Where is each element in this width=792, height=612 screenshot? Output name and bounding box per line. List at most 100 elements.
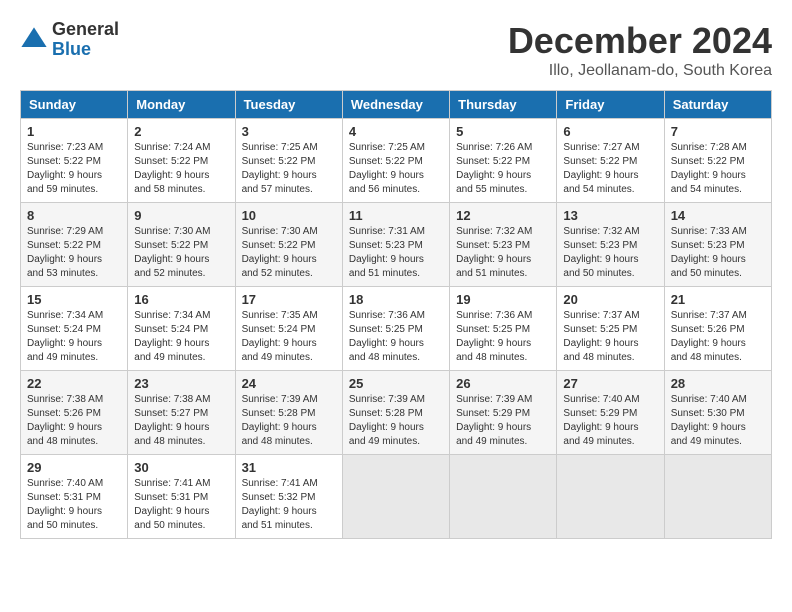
- calendar-day-cell: 31 Sunrise: 7:41 AM Sunset: 5:32 PM Dayl…: [235, 455, 342, 539]
- calendar-day-cell: 27 Sunrise: 7:40 AM Sunset: 5:29 PM Dayl…: [557, 371, 664, 455]
- day-info: Sunrise: 7:39 AM Sunset: 5:28 PM Dayligh…: [349, 394, 425, 447]
- calendar-day-cell: 9 Sunrise: 7:30 AM Sunset: 5:22 PM Dayli…: [128, 203, 235, 287]
- day-number: 10: [242, 208, 336, 223]
- weekday-header: Monday: [128, 91, 235, 119]
- day-info: Sunrise: 7:23 AM Sunset: 5:22 PM Dayligh…: [27, 142, 103, 195]
- calendar-day-cell: 23 Sunrise: 7:38 AM Sunset: 5:27 PM Dayl…: [128, 371, 235, 455]
- calendar-day-cell: 2 Sunrise: 7:24 AM Sunset: 5:22 PM Dayli…: [128, 119, 235, 203]
- day-info: Sunrise: 7:37 AM Sunset: 5:26 PM Dayligh…: [671, 310, 747, 363]
- weekday-header: Sunday: [21, 91, 128, 119]
- day-info: Sunrise: 7:29 AM Sunset: 5:22 PM Dayligh…: [27, 226, 103, 279]
- calendar-day-cell: 17 Sunrise: 7:35 AM Sunset: 5:24 PM Dayl…: [235, 287, 342, 371]
- calendar-day-cell: 3 Sunrise: 7:25 AM Sunset: 5:22 PM Dayli…: [235, 119, 342, 203]
- day-number: 20: [563, 292, 657, 307]
- calendar-day-cell: 29 Sunrise: 7:40 AM Sunset: 5:31 PM Dayl…: [21, 455, 128, 539]
- day-number: 4: [349, 124, 443, 139]
- day-info: Sunrise: 7:24 AM Sunset: 5:22 PM Dayligh…: [134, 142, 210, 195]
- calendar-day-cell: 26 Sunrise: 7:39 AM Sunset: 5:29 PM Dayl…: [450, 371, 557, 455]
- logo-icon: [20, 26, 48, 54]
- day-number: 12: [456, 208, 550, 223]
- weekday-header: Thursday: [450, 91, 557, 119]
- calendar-day-cell: 16 Sunrise: 7:34 AM Sunset: 5:24 PM Dayl…: [128, 287, 235, 371]
- day-number: 26: [456, 376, 550, 391]
- day-info: Sunrise: 7:37 AM Sunset: 5:25 PM Dayligh…: [563, 310, 639, 363]
- day-number: 8: [27, 208, 121, 223]
- weekday-header: Saturday: [664, 91, 771, 119]
- day-number: 30: [134, 460, 228, 475]
- day-info: Sunrise: 7:30 AM Sunset: 5:22 PM Dayligh…: [242, 226, 318, 279]
- day-number: 23: [134, 376, 228, 391]
- calendar-day-cell: 11 Sunrise: 7:31 AM Sunset: 5:23 PM Dayl…: [342, 203, 449, 287]
- calendar-day-cell: 13 Sunrise: 7:32 AM Sunset: 5:23 PM Dayl…: [557, 203, 664, 287]
- day-info: Sunrise: 7:34 AM Sunset: 5:24 PM Dayligh…: [134, 310, 210, 363]
- calendar-week-row: 29 Sunrise: 7:40 AM Sunset: 5:31 PM Dayl…: [21, 455, 772, 539]
- day-number: 15: [27, 292, 121, 307]
- day-info: Sunrise: 7:30 AM Sunset: 5:22 PM Dayligh…: [134, 226, 210, 279]
- logo-text: General Blue: [52, 20, 119, 60]
- day-number: 19: [456, 292, 550, 307]
- calendar-day-cell: 7 Sunrise: 7:28 AM Sunset: 5:22 PM Dayli…: [664, 119, 771, 203]
- day-info: Sunrise: 7:41 AM Sunset: 5:31 PM Dayligh…: [134, 478, 210, 531]
- day-info: Sunrise: 7:39 AM Sunset: 5:28 PM Dayligh…: [242, 394, 318, 447]
- day-number: 3: [242, 124, 336, 139]
- day-info: Sunrise: 7:36 AM Sunset: 5:25 PM Dayligh…: [349, 310, 425, 363]
- calendar-day-cell: 24 Sunrise: 7:39 AM Sunset: 5:28 PM Dayl…: [235, 371, 342, 455]
- calendar-day-cell: 22 Sunrise: 7:38 AM Sunset: 5:26 PM Dayl…: [21, 371, 128, 455]
- day-info: Sunrise: 7:40 AM Sunset: 5:30 PM Dayligh…: [671, 394, 747, 447]
- day-number: 11: [349, 208, 443, 223]
- calendar-day-cell: 20 Sunrise: 7:37 AM Sunset: 5:25 PM Dayl…: [557, 287, 664, 371]
- day-number: 22: [27, 376, 121, 391]
- title-area: December 2024 Illo, Jeollanam-do, South …: [508, 20, 772, 80]
- day-number: 14: [671, 208, 765, 223]
- day-info: Sunrise: 7:34 AM Sunset: 5:24 PM Dayligh…: [27, 310, 103, 363]
- day-info: Sunrise: 7:26 AM Sunset: 5:22 PM Dayligh…: [456, 142, 532, 195]
- weekday-header: Wednesday: [342, 91, 449, 119]
- day-number: 28: [671, 376, 765, 391]
- calendar-day-cell: 1 Sunrise: 7:23 AM Sunset: 5:22 PM Dayli…: [21, 119, 128, 203]
- calendar-day-cell: 12 Sunrise: 7:32 AM Sunset: 5:23 PM Dayl…: [450, 203, 557, 287]
- calendar-day-cell: 8 Sunrise: 7:29 AM Sunset: 5:22 PM Dayli…: [21, 203, 128, 287]
- logo: General Blue: [20, 20, 119, 60]
- calendar-day-cell: 15 Sunrise: 7:34 AM Sunset: 5:24 PM Dayl…: [21, 287, 128, 371]
- day-number: 7: [671, 124, 765, 139]
- page-header: General Blue December 2024 Illo, Jeollan…: [20, 20, 772, 80]
- day-number: 6: [563, 124, 657, 139]
- calendar-table: SundayMondayTuesdayWednesdayThursdayFrid…: [20, 90, 772, 539]
- day-info: Sunrise: 7:38 AM Sunset: 5:27 PM Dayligh…: [134, 394, 210, 447]
- day-number: 21: [671, 292, 765, 307]
- day-info: Sunrise: 7:32 AM Sunset: 5:23 PM Dayligh…: [563, 226, 639, 279]
- day-number: 17: [242, 292, 336, 307]
- calendar-day-cell: 10 Sunrise: 7:30 AM Sunset: 5:22 PM Dayl…: [235, 203, 342, 287]
- calendar-day-cell: 6 Sunrise: 7:27 AM Sunset: 5:22 PM Dayli…: [557, 119, 664, 203]
- day-number: 27: [563, 376, 657, 391]
- day-info: Sunrise: 7:31 AM Sunset: 5:23 PM Dayligh…: [349, 226, 425, 279]
- day-number: 25: [349, 376, 443, 391]
- day-info: Sunrise: 7:25 AM Sunset: 5:22 PM Dayligh…: [349, 142, 425, 195]
- calendar-day-cell: [342, 455, 449, 539]
- day-number: 13: [563, 208, 657, 223]
- calendar-day-cell: 30 Sunrise: 7:41 AM Sunset: 5:31 PM Dayl…: [128, 455, 235, 539]
- calendar-header-row: SundayMondayTuesdayWednesdayThursdayFrid…: [21, 91, 772, 119]
- day-number: 16: [134, 292, 228, 307]
- day-number: 1: [27, 124, 121, 139]
- day-info: Sunrise: 7:41 AM Sunset: 5:32 PM Dayligh…: [242, 478, 318, 531]
- day-info: Sunrise: 7:35 AM Sunset: 5:24 PM Dayligh…: [242, 310, 318, 363]
- day-number: 9: [134, 208, 228, 223]
- calendar-week-row: 8 Sunrise: 7:29 AM Sunset: 5:22 PM Dayli…: [21, 203, 772, 287]
- day-info: Sunrise: 7:28 AM Sunset: 5:22 PM Dayligh…: [671, 142, 747, 195]
- day-info: Sunrise: 7:40 AM Sunset: 5:29 PM Dayligh…: [563, 394, 639, 447]
- weekday-header: Tuesday: [235, 91, 342, 119]
- day-info: Sunrise: 7:32 AM Sunset: 5:23 PM Dayligh…: [456, 226, 532, 279]
- weekday-header: Friday: [557, 91, 664, 119]
- day-info: Sunrise: 7:40 AM Sunset: 5:31 PM Dayligh…: [27, 478, 103, 531]
- calendar-day-cell: 18 Sunrise: 7:36 AM Sunset: 5:25 PM Dayl…: [342, 287, 449, 371]
- calendar-day-cell: 14 Sunrise: 7:33 AM Sunset: 5:23 PM Dayl…: [664, 203, 771, 287]
- day-number: 2: [134, 124, 228, 139]
- calendar-week-row: 15 Sunrise: 7:34 AM Sunset: 5:24 PM Dayl…: [21, 287, 772, 371]
- day-info: Sunrise: 7:25 AM Sunset: 5:22 PM Dayligh…: [242, 142, 318, 195]
- calendar-day-cell: 21 Sunrise: 7:37 AM Sunset: 5:26 PM Dayl…: [664, 287, 771, 371]
- calendar-week-row: 1 Sunrise: 7:23 AM Sunset: 5:22 PM Dayli…: [21, 119, 772, 203]
- day-number: 18: [349, 292, 443, 307]
- calendar-day-cell: [450, 455, 557, 539]
- calendar-day-cell: 28 Sunrise: 7:40 AM Sunset: 5:30 PM Dayl…: [664, 371, 771, 455]
